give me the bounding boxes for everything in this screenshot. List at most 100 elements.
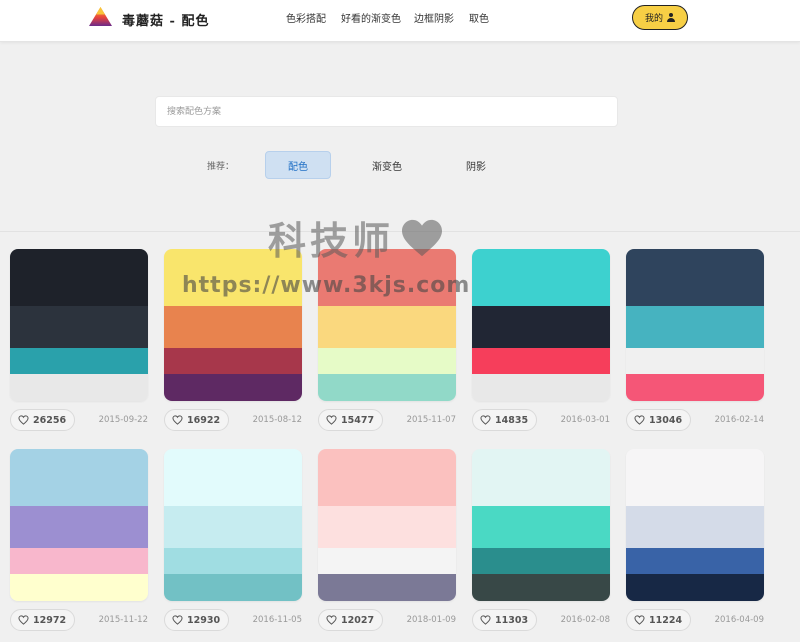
- tab-palette[interactable]: 配色: [265, 151, 331, 179]
- color-swatch[interactable]: [164, 548, 302, 574]
- color-swatch[interactable]: [164, 249, 302, 306]
- palette-card[interactable]: 11224 2016-04-09: [626, 449, 764, 631]
- palette-swatches[interactable]: [626, 449, 764, 601]
- like-button[interactable]: 16922: [164, 409, 230, 431]
- palette-swatches[interactable]: [626, 249, 764, 401]
- like-count: 14835: [495, 414, 529, 426]
- like-button[interactable]: 14835: [472, 409, 538, 431]
- nav-gradient[interactable]: 好看的渐变色: [341, 10, 401, 25]
- palette-meta: 11224 2016-04-09: [626, 609, 764, 631]
- color-swatch[interactable]: [164, 374, 302, 401]
- heart-icon: [634, 415, 645, 425]
- nav-color-match[interactable]: 色彩搭配: [286, 10, 326, 25]
- color-swatch[interactable]: [10, 348, 148, 374]
- like-button[interactable]: 12972: [10, 609, 76, 631]
- mountain-logo-icon[interactable]: [88, 6, 113, 27]
- color-swatch[interactable]: [10, 449, 148, 506]
- tab-gradient[interactable]: 渐变色: [354, 151, 420, 179]
- color-swatch[interactable]: [472, 506, 610, 548]
- palette-meta: 14835 2016-03-01: [472, 409, 610, 431]
- search-input[interactable]: [155, 96, 618, 127]
- palette-date: 2016-03-01: [560, 415, 610, 425]
- top-header: 毒蘑菇 - 配色 色彩搭配 好看的渐变色 边框阴影 取色 我的: [0, 0, 800, 42]
- color-swatch[interactable]: [164, 348, 302, 374]
- nav-color-picker[interactable]: 取色: [469, 10, 489, 25]
- color-swatch[interactable]: [318, 506, 456, 548]
- color-swatch[interactable]: [626, 548, 764, 574]
- palette-swatches[interactable]: [472, 449, 610, 601]
- like-button[interactable]: 13046: [626, 409, 692, 431]
- color-swatch[interactable]: [472, 449, 610, 506]
- palette-card[interactable]: 26256 2015-09-22: [10, 249, 148, 431]
- color-swatch[interactable]: [472, 306, 610, 348]
- like-button[interactable]: 12027: [318, 609, 384, 631]
- color-swatch[interactable]: [472, 548, 610, 574]
- color-swatch[interactable]: [10, 249, 148, 306]
- nav-border-shadow[interactable]: 边框阴影: [414, 10, 454, 25]
- palette-card[interactable]: 15477 2015-11-07: [318, 249, 456, 431]
- like-button[interactable]: 11303: [472, 609, 538, 631]
- color-swatch[interactable]: [626, 374, 764, 401]
- color-swatch[interactable]: [472, 249, 610, 306]
- color-swatch[interactable]: [318, 548, 456, 574]
- color-swatch[interactable]: [10, 548, 148, 574]
- color-swatch[interactable]: [164, 449, 302, 506]
- palette-card[interactable]: 16922 2015-08-12: [164, 249, 302, 431]
- palette-card[interactable]: 14835 2016-03-01: [472, 249, 610, 431]
- palette-swatches[interactable]: [10, 449, 148, 601]
- color-swatch[interactable]: [318, 574, 456, 601]
- palette-card[interactable]: 11303 2016-02-08: [472, 449, 610, 631]
- palette-swatches[interactable]: [318, 249, 456, 401]
- color-swatch[interactable]: [318, 449, 456, 506]
- color-swatch[interactable]: [626, 348, 764, 374]
- brand-title[interactable]: 毒蘑菇 - 配色: [122, 10, 209, 29]
- palette-date: 2018-01-09: [406, 615, 456, 625]
- like-count: 15477: [341, 414, 375, 426]
- color-swatch[interactable]: [626, 506, 764, 548]
- color-swatch[interactable]: [164, 574, 302, 601]
- mine-button[interactable]: 我的: [632, 5, 688, 30]
- color-swatch[interactable]: [10, 506, 148, 548]
- color-swatch[interactable]: [10, 306, 148, 348]
- like-button[interactable]: 11224: [626, 609, 692, 631]
- mine-label: 我的: [644, 14, 663, 24]
- palette-card[interactable]: 12930 2016-11-05: [164, 449, 302, 631]
- color-swatch[interactable]: [10, 574, 148, 601]
- palette-card[interactable]: 12027 2018-01-09: [318, 449, 456, 631]
- palette-card[interactable]: 13046 2016-02-14: [626, 249, 764, 431]
- color-swatch[interactable]: [472, 574, 610, 601]
- color-swatch[interactable]: [626, 574, 764, 601]
- section-divider: [0, 231, 800, 232]
- palette-swatches[interactable]: [472, 249, 610, 401]
- color-swatch[interactable]: [10, 374, 148, 401]
- recommend-label: 推荐：: [207, 162, 235, 172]
- like-button[interactable]: 15477: [318, 409, 384, 431]
- color-swatch[interactable]: [626, 249, 764, 306]
- tab-shadow[interactable]: 阴影: [443, 151, 509, 179]
- palette-meta: 16922 2015-08-12: [164, 409, 302, 431]
- palette-swatches[interactable]: [318, 449, 456, 601]
- palette-card[interactable]: 12972 2015-11-12: [10, 449, 148, 631]
- palette-swatches[interactable]: [164, 249, 302, 401]
- color-swatch[interactable]: [472, 348, 610, 374]
- palette-swatches[interactable]: [164, 449, 302, 601]
- palette-meta: 12027 2018-01-09: [318, 609, 456, 631]
- palette-swatches[interactable]: [10, 249, 148, 401]
- heart-icon: [480, 615, 491, 625]
- like-button[interactable]: 12930: [164, 609, 230, 631]
- color-swatch[interactable]: [164, 506, 302, 548]
- palette-date: 2016-02-14: [714, 415, 764, 425]
- color-swatch[interactable]: [472, 374, 610, 401]
- color-swatch[interactable]: [318, 348, 456, 374]
- color-swatch[interactable]: [626, 306, 764, 348]
- palette-meta: 13046 2016-02-14: [626, 409, 764, 431]
- color-swatch[interactable]: [164, 306, 302, 348]
- color-swatch[interactable]: [318, 374, 456, 401]
- heart-icon: [326, 415, 337, 425]
- palette-date: 2016-02-08: [560, 615, 610, 625]
- like-button[interactable]: 26256: [10, 409, 76, 431]
- heart-icon: [18, 615, 29, 625]
- color-swatch[interactable]: [318, 306, 456, 348]
- color-swatch[interactable]: [626, 449, 764, 506]
- color-swatch[interactable]: [318, 249, 456, 306]
